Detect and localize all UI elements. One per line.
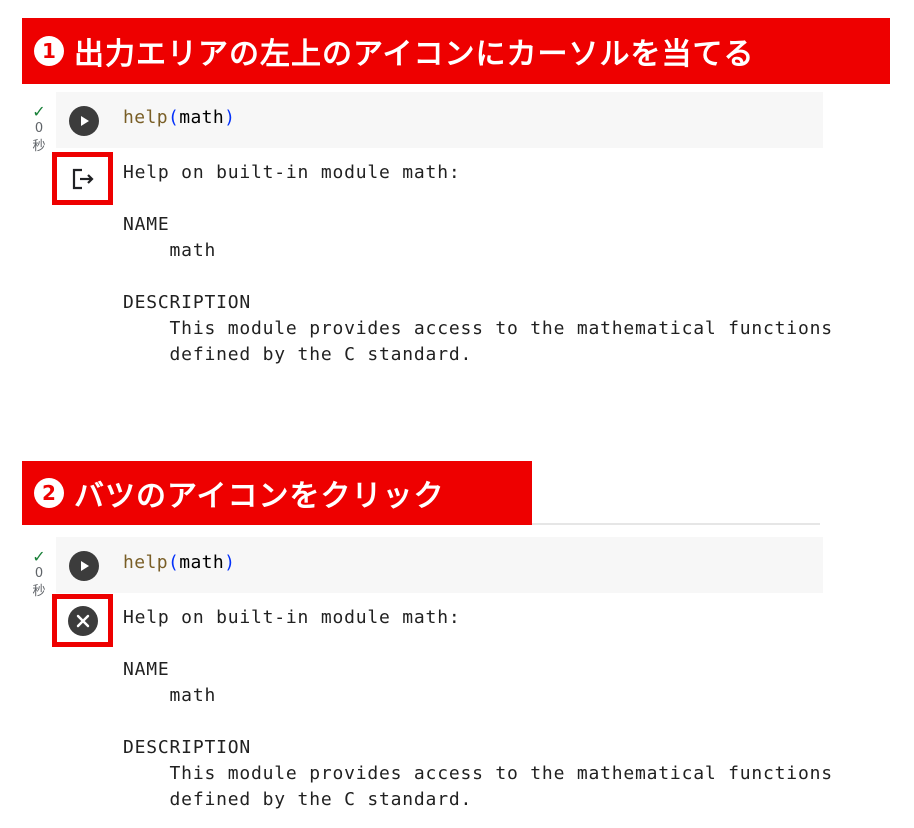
step1-instruction: 出力エリアの左上のアイコンにカーソルを当てる — [74, 37, 755, 72]
play-icon — [81, 561, 89, 571]
run-cell-button[interactable] — [69, 106, 99, 136]
cell-output: Help on built-in module math: NAME math … — [123, 162, 833, 365]
exec-unit: 秒 — [32, 139, 46, 154]
code-close-paren: ) — [224, 107, 236, 128]
exec-seconds: 0 — [34, 121, 44, 136]
code-argument: math — [179, 552, 225, 573]
close-circle-icon — [67, 605, 98, 636]
output-popout-icon — [72, 168, 94, 189]
clear-output-button[interactable] — [52, 594, 113, 647]
output-action-button[interactable] — [52, 152, 113, 205]
section-divider — [532, 523, 820, 525]
run-cell-button[interactable] — [69, 551, 99, 581]
code-editor[interactable]: help(math) — [56, 537, 823, 593]
exec-unit: 秒 — [32, 584, 46, 599]
step1-number-badge: 1 — [34, 36, 64, 66]
code-open-paren: ( — [167, 107, 180, 128]
code-line: help(math) — [123, 107, 235, 128]
step2-number-badge: 2 — [34, 478, 64, 508]
code-editor[interactable]: help(math) — [56, 92, 823, 148]
step2-banner: 2 バツのアイコンをクリック — [22, 461, 532, 525]
code-function: help — [123, 107, 168, 128]
exec-seconds: 0 — [34, 566, 44, 581]
cell-status: ✓ 0 秒 — [26, 549, 52, 601]
success-check-icon: ✓ — [32, 102, 46, 121]
cell-output: Help on built-in module math: NAME math … — [123, 607, 833, 810]
step2-instruction: バツのアイコンをクリック — [74, 479, 445, 514]
step1-banner: 1 出力エリアの左上のアイコンにカーソルを当てる — [22, 18, 890, 84]
code-argument: math — [179, 107, 225, 128]
success-check-icon: ✓ — [32, 547, 46, 566]
code-line: help(math) — [123, 552, 235, 573]
code-function: help — [123, 552, 168, 573]
play-icon — [81, 116, 89, 126]
code-open-paren: ( — [167, 552, 180, 573]
code-close-paren: ) — [224, 552, 236, 573]
cell-status: ✓ 0 秒 — [26, 104, 52, 156]
